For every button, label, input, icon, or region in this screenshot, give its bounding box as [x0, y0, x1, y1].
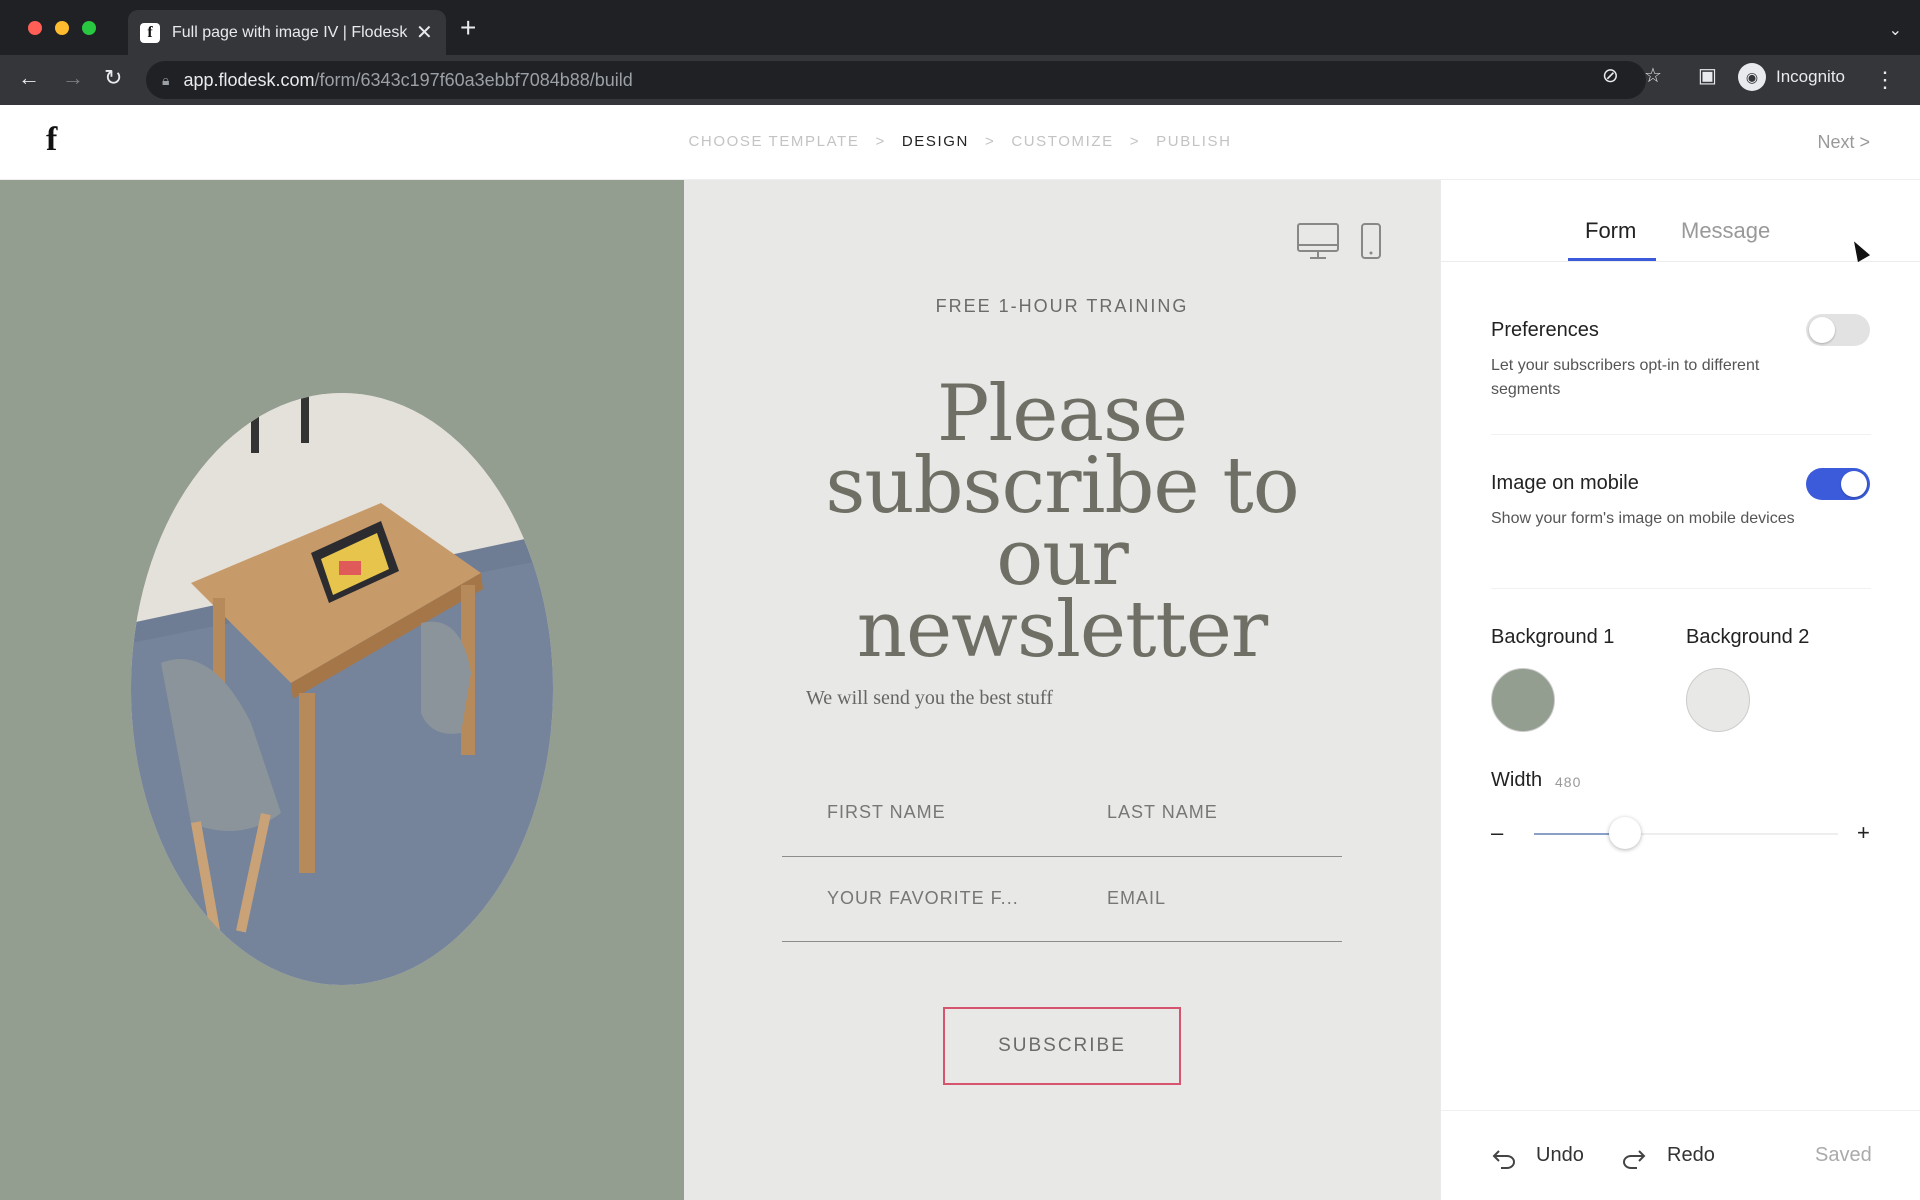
step-separator: > [875, 133, 886, 150]
url-path: /form/6343c197f60a3ebbf7084b88/build [314, 69, 633, 90]
url-host: app.flodesk.com [183, 69, 315, 90]
background1-swatch[interactable] [1491, 668, 1555, 732]
step-choose-template[interactable]: CHOOSE TEMPLATE [688, 133, 859, 150]
window-zoom-button[interactable] [82, 21, 96, 35]
tab-title: Full page with image IV | Flodesk [172, 23, 408, 41]
undo-button[interactable]: Undo [1536, 1144, 1584, 1167]
profile-button[interactable]: ◉ Incognito [1738, 63, 1845, 91]
table-chairs-photo [131, 393, 553, 985]
next-button[interactable]: Next > [1817, 132, 1870, 153]
width-increase-button[interactable]: + [1857, 820, 1870, 846]
step-separator: > [1129, 133, 1141, 150]
desktop-view-icon[interactable] [1296, 222, 1340, 260]
step-customize[interactable]: CUSTOMIZE [1011, 133, 1113, 150]
background1-label: Background 1 [1491, 626, 1615, 648]
image-on-mobile-title: Image on mobile [1491, 472, 1639, 494]
active-tab-indicator [1568, 258, 1656, 261]
undo-icon[interactable] [1491, 1147, 1517, 1169]
forward-icon[interactable]: → [62, 67, 84, 89]
image-on-mobile-toggle[interactable] [1806, 468, 1870, 500]
preferences-toggle[interactable] [1806, 314, 1870, 346]
step-publish[interactable]: PUBLISH [1156, 133, 1231, 150]
divider [1491, 434, 1871, 435]
star-icon[interactable]: ☆ [1644, 63, 1662, 88]
width-slider[interactable] [1534, 817, 1838, 849]
browser-tab-bar: f Full page with image IV | Flodesk ✕ + … [0, 0, 1920, 55]
window-minimize-button[interactable] [55, 21, 69, 35]
reload-icon[interactable]: ↻ [104, 67, 122, 89]
field-divider [782, 856, 1342, 857]
step-breadcrumb: CHOOSE TEMPLATE > DESIGN > CUSTOMIZE > PUBLISH [0, 133, 1920, 150]
form-headline[interactable]: Please subscribe to our newsletter [762, 369, 1362, 675]
browser-tab[interactable]: f Full page with image IV | Flodesk ✕ [128, 10, 446, 55]
form-subtext[interactable]: We will send you the best stuff [806, 687, 1053, 710]
window-close-button[interactable] [28, 21, 42, 35]
editor-footer: Undo Redo Saved [1441, 1110, 1920, 1200]
app-header: f CHOOSE TEMPLATE > DESIGN > CUSTOMIZE > PUBLI… [0, 105, 1920, 180]
settings-tabs: Form Message [1441, 180, 1920, 262]
form-image[interactable] [131, 393, 553, 985]
tab-search-chevron-icon[interactable]: ⌄ [1889, 20, 1902, 40]
address-bar[interactable]: 🔒︎ app.flodesk.com/form/6343c197f60a3ebb… [146, 61, 1646, 99]
profile-label: Incognito [1776, 67, 1845, 86]
step-separator: > [984, 133, 996, 150]
first-name-field[interactable]: FIRST NAME [827, 802, 946, 823]
flodesk-favicon-icon: f [140, 22, 160, 43]
image-on-mobile-description: Show your form's image on mobile devices [1491, 510, 1795, 527]
kebab-menu-icon[interactable]: ⋮ [1874, 67, 1896, 93]
background2-label: Background 2 [1686, 626, 1810, 648]
width-label: Width [1491, 769, 1543, 791]
width-value: 480 [1555, 774, 1582, 790]
eye-off-icon[interactable]: ⊘ [1602, 63, 1619, 88]
headline-line: subscribe to our [825, 441, 1299, 603]
mobile-view-icon[interactable] [1360, 222, 1382, 260]
form-image-panel [0, 180, 684, 1200]
form-eyebrow[interactable]: FREE 1-HOUR TRAINING [684, 296, 1440, 317]
redo-button[interactable]: Redo [1667, 1144, 1715, 1167]
save-status: Saved [1815, 1144, 1872, 1166]
background2-swatch[interactable] [1686, 668, 1750, 732]
last-name-field[interactable]: LAST NAME [1107, 802, 1218, 823]
width-slider-thumb[interactable] [1609, 817, 1642, 849]
preferences-title: Preferences [1491, 319, 1599, 341]
incognito-icon: ◉ [1738, 63, 1766, 91]
divider [1491, 588, 1871, 589]
tab-message[interactable]: Message [1681, 218, 1770, 244]
width-decrease-button[interactable]: – [1491, 820, 1503, 846]
tab-close-icon[interactable]: ✕ [416, 20, 433, 45]
browser-toolbar: ← → ↻ 🔒︎ app.flodesk.com/form/6343c197f6… [0, 55, 1920, 105]
back-icon[interactable]: ← [18, 67, 40, 89]
preferences-description: Let your subscribers opt-in to different… [1491, 357, 1760, 398]
sidepanel-icon[interactable]: ▣ [1698, 63, 1717, 88]
subscribe-button[interactable]: SUBSCRIBE [943, 1007, 1181, 1085]
form-preview: FREE 1-HOUR TRAINING Please subscribe to… [684, 180, 1440, 1200]
email-field[interactable]: EMAIL [1107, 888, 1166, 909]
redo-icon[interactable] [1621, 1147, 1647, 1169]
favorite-field[interactable]: YOUR FAVORITE F... [827, 888, 1019, 909]
headline-line: Please [936, 369, 1188, 459]
lock-icon: 🔒︎ [162, 71, 170, 88]
new-tab-icon[interactable]: + [460, 14, 476, 42]
headline-line: newsletter [856, 585, 1268, 675]
toggle-knob [1841, 471, 1867, 497]
toggle-knob [1809, 317, 1835, 343]
settings-panel: Form Message Preferences Let your subscr… [1440, 180, 1920, 1200]
field-divider [782, 941, 1342, 942]
step-design[interactable]: DESIGN [902, 133, 969, 150]
tab-form[interactable]: Form [1585, 218, 1636, 244]
